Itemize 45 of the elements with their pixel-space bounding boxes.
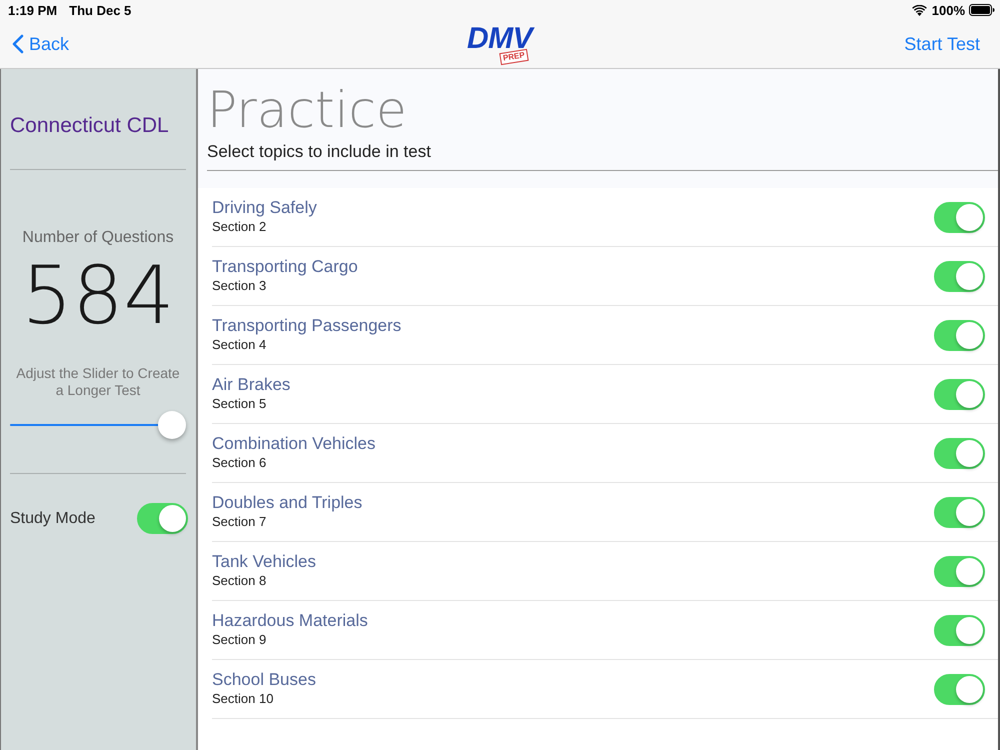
battery-icon [969,4,995,16]
page-subtitle: Select topics to include in test [207,142,432,162]
start-test-button[interactable]: Start Test [904,34,980,54]
toggle-switch[interactable] [934,674,985,704]
topic-section: Section 10 [212,690,316,706]
toggle-switch[interactable] [934,556,985,586]
topic-section: Section 7 [212,514,362,530]
sidebar-title: Connecticut CDL [10,113,170,138]
status-time: 1:19 PM [8,2,58,18]
toggle-switch[interactable] [934,614,985,646]
topic-section: Section 8 [212,572,316,588]
topic-section: Section 9 [212,632,368,648]
topic-name: Transporting Passengers [212,316,402,336]
page-title: Practice [207,83,408,137]
toggle-switch[interactable] [934,320,985,350]
topic-name: School Buses [212,670,316,690]
topic-name: Hazardous Materials [212,610,368,630]
battery-percent: 100% [932,2,965,18]
slider-thumb[interactable] [158,411,186,439]
question-count: 584 [20,253,176,338]
chevron-left-icon [12,34,24,54]
status-date: Thu Dec 5 [69,2,132,18]
question-count-label: Number of Questions [21,228,175,248]
topic-section: Section 6 [212,454,376,470]
topic-section: Section 3 [212,278,358,294]
topic-section: Section 5 [212,396,290,412]
topic-name: Transporting Cargo [212,256,358,276]
study-mode-label: Study Mode [10,510,96,528]
toggle-switch[interactable] [137,503,188,534]
toggle-switch[interactable] [934,260,985,292]
topic-section: Section 4 [212,336,402,352]
topic-name: Doubles and Triples [212,492,362,512]
topic-name: Driving Safely [212,198,317,218]
logo-tag: PREP [499,48,529,66]
toggle-switch[interactable] [934,202,985,232]
toggle-switch[interactable] [934,378,985,410]
back-button[interactable]: Back [12,34,70,54]
topic-section: Section 2 [212,218,317,234]
wifi-icon [912,4,927,16]
topic-name: Combination Vehicles [212,434,376,454]
slider-hint: Adjust the Slider to Create a Longer Test [15,365,181,399]
toggle-switch[interactable] [934,438,985,468]
topic-name: Air Brakes [212,374,290,394]
toggle-switch[interactable] [934,496,985,528]
topic-name: Tank Vehicles [212,552,316,572]
